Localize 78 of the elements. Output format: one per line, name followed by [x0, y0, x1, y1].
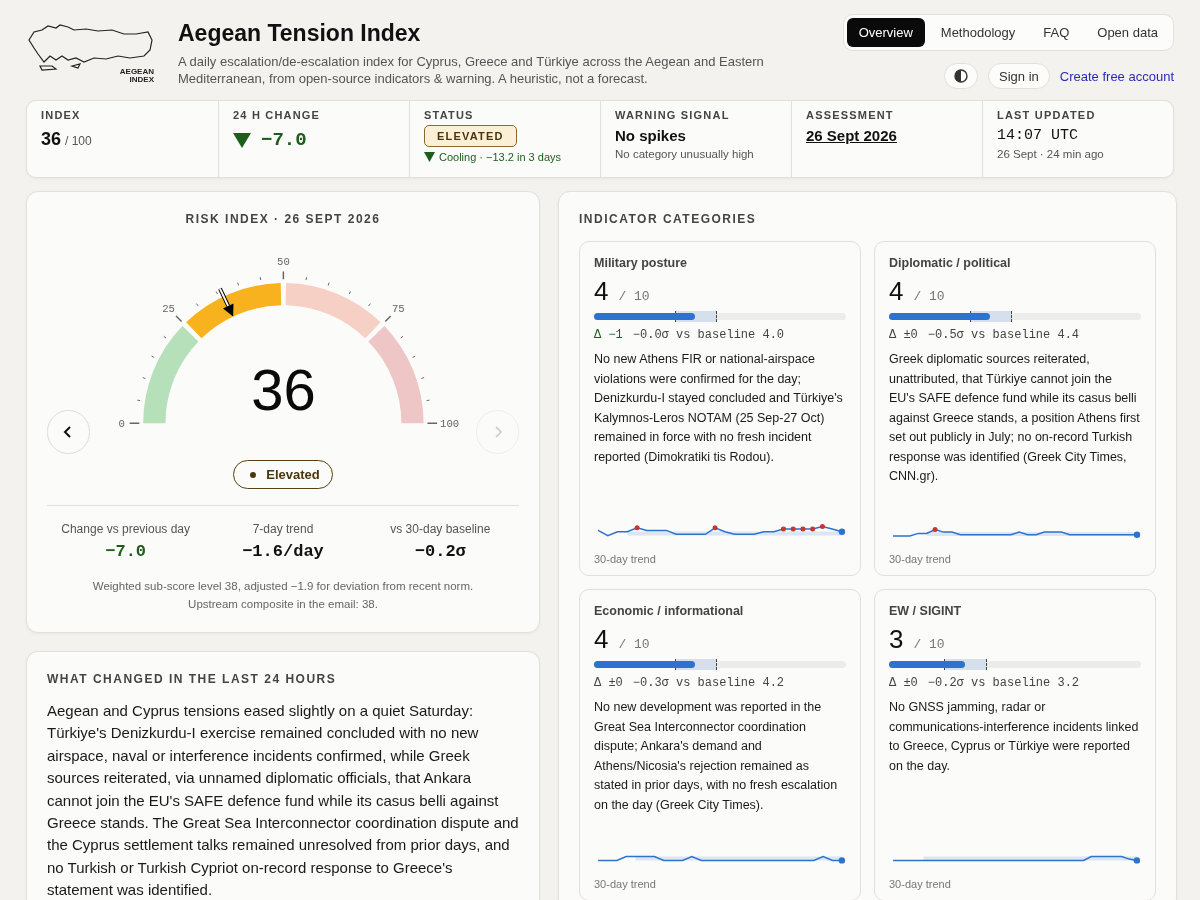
index-max: / 100: [65, 134, 92, 148]
category-name: Economic / informational: [594, 604, 744, 618]
baseline-text: −0.3σ vs baseline 4.2: [632, 676, 785, 690]
metric-label: Change vs previous day: [61, 522, 191, 536]
create-account-link[interactable]: Create free account: [1059, 68, 1174, 84]
category-description: No new development was reported in the Great Sea Interconnector coordination dispute; Ankara's demand and Athens/Nicosia's rejection remained as stated in prior days, with no fresh escalation on the day (Greek City Times).: [594, 699, 839, 814]
score-max: / 10: [618, 289, 650, 304]
card-title: RISK INDEX · 26 SEPT 2026: [184, 212, 382, 226]
map-outline-icon: [26, 22, 154, 72]
delta-value: Δ ±0: [889, 676, 918, 690]
trend-label: 30-day trend: [889, 553, 951, 565]
category-description: No GNSS jamming, radar or communications-interference incidents linked to Greece, Cyprus or Türkiye were reported on the day.: [889, 699, 1140, 775]
nav-tab[interactable]: Methodology: [928, 18, 1028, 47]
category-name: Military posture: [594, 256, 688, 270]
score-max: / 10: [618, 637, 650, 652]
stat-label: ASSESSMENT: [806, 109, 894, 121]
sign-in-button[interactable]: Sign in: [988, 63, 1050, 89]
summary-text: Aegean and Cyprus tensions eased slightly on a quiet Saturday: Türkiye's Denizkurdu-I exercise remained concluded with no new airspace, naval or interference incidents confirmed, while Greek sources reiterated, via unnamed diplomatic officials, that Ankara cannot join the EU's SAFE defence fund while its casus belli against Greece stands. The Great Sea Interconnector coordination dispute and the Cyprus settlement talks remained unresolved from prior days, and no Turkish or Turkish Cypriot on-record response to Greece's statement was identified.: [47, 701, 519, 900]
trend-label: 30-day trend: [594, 878, 656, 890]
risk-index-value: 36: [250, 356, 316, 422]
logo-text: INDEX: [129, 76, 154, 84]
chevron-right-icon: [492, 426, 503, 438]
stat-note: 26 Sept · 24 min ago: [997, 148, 1104, 160]
logo-text: AEGEAN: [119, 68, 154, 76]
category-name: Diplomatic / political: [889, 256, 1011, 270]
delta-value: Δ ±0: [889, 328, 918, 342]
delta-value: Δ −1: [594, 328, 623, 342]
trend-label: 30-day trend: [594, 553, 656, 565]
category-score: 4: [594, 624, 609, 655]
category-description: Greek diplomatic sources reiterated, unattributed, that Türkiye cannot join the EU's SAFE defence fund while its casus belli against Greece stands, a position Athens first set out publicly in July; no on-record Turkish response was identified (Greek City Times, CNN.gr).: [889, 351, 1141, 485]
nav-tab[interactable]: Open data: [1085, 18, 1170, 47]
stat-label: INDEX: [41, 109, 81, 121]
metric-label: 7-day trend: [252, 522, 314, 536]
chevron-left-icon: [63, 426, 74, 438]
theme-toggle-button[interactable]: [944, 63, 979, 89]
site-title: Aegean Tension Index: [178, 20, 422, 47]
metric-value: −1.6/day: [242, 542, 324, 561]
half-circle-icon: [954, 69, 969, 83]
gauge-tick-label: 100: [439, 418, 459, 431]
gauge-tick-label: 50: [276, 255, 290, 268]
category-score: 3: [889, 624, 904, 655]
stat-value: No spikes: [615, 127, 686, 144]
gauge-tick-label: 75: [391, 303, 405, 316]
category-description: No new Athens FIR or national-airspace violations were confirmed for the day; Denizkurdu-I stayed concluded and Türkiye's Kalymnos-Leros NOTAM (25 Sep-27 Oct) remained in force with no fresh incident reported (Dimokratiki tis Rodou).: [594, 351, 844, 466]
category-name: EW / SIGINT: [889, 604, 962, 618]
score-max: / 10: [913, 289, 945, 304]
nav-tab[interactable]: FAQ: [1031, 18, 1082, 47]
card-title: INDICATOR CATEGORIES: [579, 212, 758, 226]
stat-value: 14:07 UTC: [997, 127, 1078, 144]
nav-tab[interactable]: Overview: [846, 18, 925, 47]
status-note: Cooling · −13.2 in 3 days: [439, 151, 561, 163]
trend-label: 30-day trend: [889, 878, 951, 890]
previous-day-button[interactable]: [47, 410, 90, 454]
delta-value: Δ ±0: [594, 676, 623, 690]
category-score: 4: [594, 276, 609, 307]
assessment-date-link[interactable]: 26 Sept 2026: [806, 127, 897, 144]
metric-value: −7.0: [105, 542, 147, 561]
stat-label: LAST UPDATED: [997, 109, 1096, 121]
category-score: 4: [889, 276, 904, 307]
baseline-text: −0.5σ vs baseline 4.4: [927, 328, 1080, 342]
status-badge: ELEVATED: [424, 125, 517, 147]
score-max: / 10: [913, 637, 945, 652]
metric-label: vs 30-day baseline: [390, 522, 491, 536]
card-title: WHAT CHANGED IN THE LAST 24 HOURS: [47, 672, 338, 686]
footnote-text: Weighted sub-score level 38, adjusted −1.9 for deviation from recent norm.: [91, 579, 475, 594]
site-subtitle: A daily escalation/de-escalation index for Cyprus, Greece and Türkiye across the Aegean and Eastern Mediterranean, from open-source indicators & warning. A heuristic, not a forecast.: [178, 53, 765, 87]
gauge-tick-label: 25: [161, 303, 175, 316]
baseline-text: −0.2σ vs baseline 3.2: [927, 676, 1080, 690]
metric-value: −0.2σ: [414, 542, 466, 561]
footnote-text: Upstream composite in the email: 38.: [187, 597, 379, 612]
gauge-tick-label: 0: [118, 418, 125, 431]
baseline-text: −0.0σ vs baseline 4.0: [632, 328, 785, 342]
stat-note: No category unusually high: [615, 148, 754, 160]
stat-label: STATUS: [424, 109, 474, 121]
stat-label: WARNING SIGNAL: [615, 109, 730, 121]
index-value: 36: [41, 129, 62, 150]
change-value: −7.0: [261, 129, 307, 151]
stat-label: 24 H CHANGE: [233, 109, 321, 121]
